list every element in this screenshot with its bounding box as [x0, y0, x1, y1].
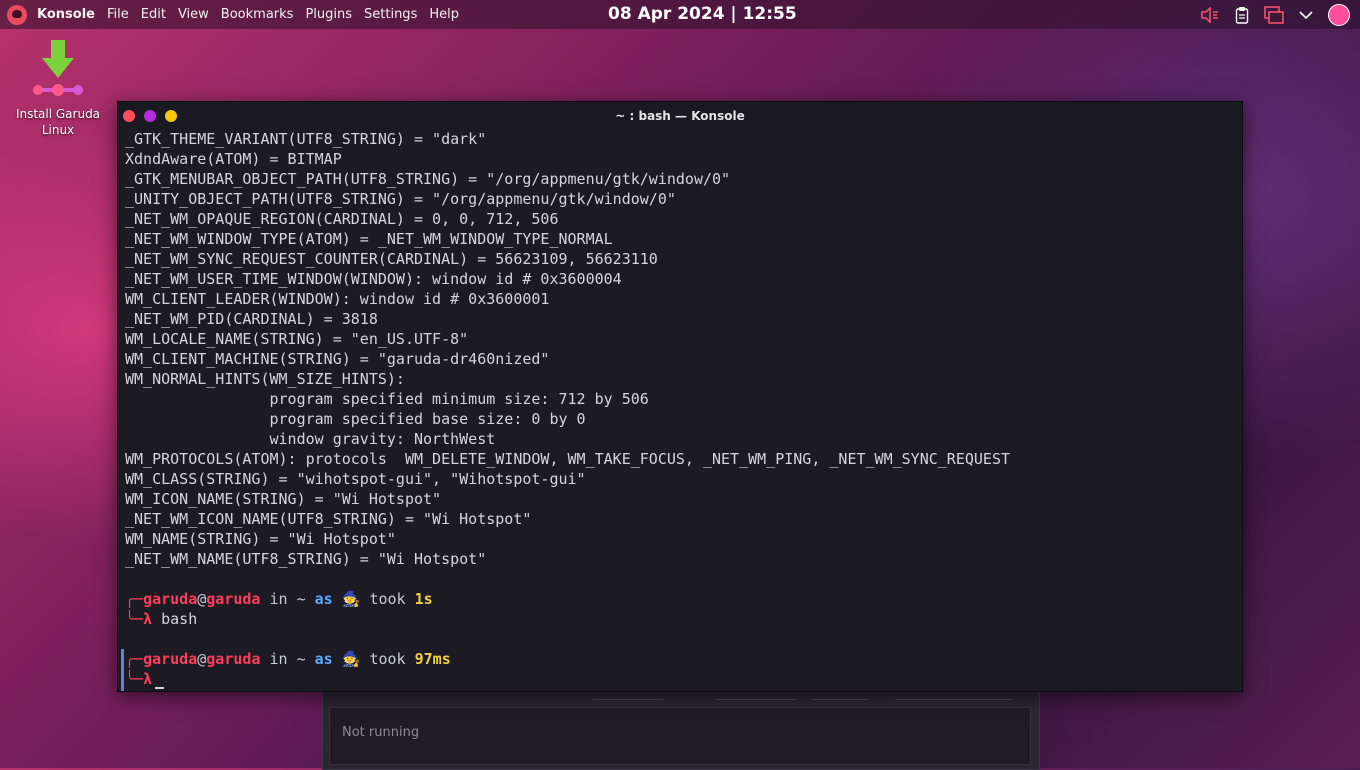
- terminal-output-line: _NET_WM_USER_TIME_WINDOW(WINDOW): window…: [125, 270, 622, 288]
- command-line: ╰─λ bash: [125, 610, 198, 628]
- prompt-path: ~: [296, 590, 306, 608]
- prompt-as: as: [314, 650, 333, 668]
- terminal-output-line: WM_LOCALE_NAME(STRING) = "en_US.UTF-8": [125, 330, 469, 348]
- user-avatar[interactable]: [1328, 3, 1350, 26]
- terminal-output-line: WM_ICON_NAME(STRING) = "Wi Hotspot": [125, 490, 442, 508]
- prompt-lambda: λ: [143, 670, 153, 688]
- wihotspot-window[interactable]: Not running: [322, 688, 1040, 770]
- terminal-output-line: _GTK_THEME_VARIANT(UTF8_STRING) = "dark": [125, 130, 487, 148]
- network-icon[interactable]: [1264, 5, 1284, 25]
- active-prompt-marker: [121, 649, 124, 691]
- prompt-in: in: [269, 650, 288, 668]
- terminal-output-line: XdndAware(ATOM) = BITMAP: [125, 150, 342, 168]
- active-app-name[interactable]: Konsole: [37, 7, 95, 22]
- install-garuda-label-line1: Install Garuda: [15, 107, 101, 121]
- menu-file[interactable]: File: [107, 7, 129, 22]
- konsole-window[interactable]: ~ : bash — Konsole _GTK_THEME_VARIANT(UT…: [117, 101, 1243, 692]
- prompt-as: as: [314, 590, 333, 608]
- prompt-in: in: [269, 590, 288, 608]
- terminal-output-line: _NET_WM_OPAQUE_REGION(CARDINAL) = 0, 0, …: [125, 210, 559, 228]
- command-line[interactable]: ╰─λ: [125, 669, 165, 689]
- chevron-down-icon[interactable]: [1296, 5, 1316, 25]
- terminal-output-line: WM_CLIENT_MACHINE(STRING) = "garuda-dr46…: [125, 350, 550, 368]
- terminal-output-line: _NET_WM_WINDOW_TYPE(ATOM) = _NET_WM_WIND…: [125, 230, 613, 248]
- terminal-output-line: WM_CLASS(STRING) = "wihotspot-gui", "Wih…: [125, 470, 586, 488]
- menu-help[interactable]: Help: [429, 7, 459, 22]
- prompt-host: garuda: [206, 650, 261, 668]
- terminal-output-line: _NET_WM_NAME(UTF8_STRING) = "Wi Hotspot": [125, 550, 487, 568]
- audio-icon[interactable]: [1200, 5, 1220, 25]
- terminal-output-line: WM_NAME(STRING) = "Wi Hotspot": [125, 530, 396, 548]
- system-tray: [1200, 0, 1350, 29]
- prompt-user: garuda: [143, 650, 198, 668]
- terminal-output-line: program specified base size: 0 by 0: [125, 410, 586, 428]
- prompt-user: garuda: [143, 590, 198, 608]
- menu-view[interactable]: View: [178, 7, 209, 22]
- garuda-logo-icon[interactable]: [7, 4, 27, 25]
- prompt-line: ╭─garuda@garuda in ~ as 🧙 took 97ms: [125, 650, 451, 668]
- prompt-at: @: [197, 650, 207, 668]
- terminal-output-line: WM_PROTOCOLS(ATOM): protocols WM_DELETE_…: [125, 450, 1011, 468]
- menu-plugins[interactable]: Plugins: [305, 7, 352, 22]
- prompt-took: took: [369, 590, 406, 608]
- window-title: ~ : bash — Konsole: [615, 109, 745, 123]
- terminal-output-line: _UNITY_OBJECT_PATH(UTF8_STRING) = "/org/…: [125, 190, 676, 208]
- menu-edit[interactable]: Edit: [141, 7, 166, 22]
- terminal-output-line: _NET_WM_SYNC_REQUEST_COUNTER(CARDINAL) =…: [125, 250, 658, 268]
- terminal-output-line: program specified minimum size: 712 by 5…: [125, 390, 649, 408]
- terminal-output-line: window gravity: NorthWest: [125, 430, 496, 448]
- window-titlebar[interactable]: ~ : bash — Konsole: [118, 102, 1242, 129]
- prompt-at: @: [197, 590, 207, 608]
- prompt-took: took: [369, 650, 406, 668]
- terminal-output-line: _NET_WM_ICON_NAME(UTF8_STRING) = "Wi Hot…: [125, 510, 532, 528]
- install-garuda-label-line2: Linux: [41, 123, 75, 137]
- terminal-output-line: WM_NORMAL_HINTS(WM_SIZE_HINTS):: [125, 370, 405, 388]
- prompt-host: garuda: [206, 590, 261, 608]
- wizard-emoji-icon: 🧙: [341, 650, 361, 668]
- terminal-output-line: _GTK_MENUBAR_OBJECT_PATH(UTF8_STRING) = …: [125, 170, 731, 188]
- terminal-cursor: [155, 687, 165, 689]
- installer-icon: [33, 40, 83, 96]
- terminal-view[interactable]: _GTK_THEME_VARIANT(UTF8_STRING) = "dark"…: [118, 129, 1242, 691]
- prompt-duration: 97ms: [414, 650, 451, 668]
- menu-bookmarks[interactable]: Bookmarks: [221, 7, 294, 22]
- prompt-line: ╭─garuda@garuda in ~ as 🧙 took 1s: [125, 590, 433, 608]
- prompt-path: ~: [296, 650, 306, 668]
- panel-clock[interactable]: 08 Apr 2024 | 12:55: [608, 4, 797, 24]
- top-panel: Konsole File Edit View Bookmarks Plugins…: [0, 0, 1360, 29]
- clipboard-icon[interactable]: [1232, 5, 1252, 25]
- prompt-duration: 1s: [414, 590, 433, 608]
- hotspot-status-text: Not running: [342, 725, 420, 740]
- wihotspot-status-panel: Not running: [329, 707, 1031, 765]
- prompt-command: bash: [161, 610, 198, 628]
- terminal-output-line: WM_CLIENT_LEADER(WINDOW): window id # 0x…: [125, 290, 550, 308]
- wizard-emoji-icon: 🧙: [341, 590, 361, 608]
- install-garuda-desktop-icon[interactable]: Install Garuda Linux: [12, 40, 104, 138]
- terminal-output-line: _NET_WM_PID(CARDINAL) = 3818: [125, 310, 378, 328]
- prompt-lambda: λ: [143, 610, 153, 628]
- menu-settings[interactable]: Settings: [364, 7, 417, 22]
